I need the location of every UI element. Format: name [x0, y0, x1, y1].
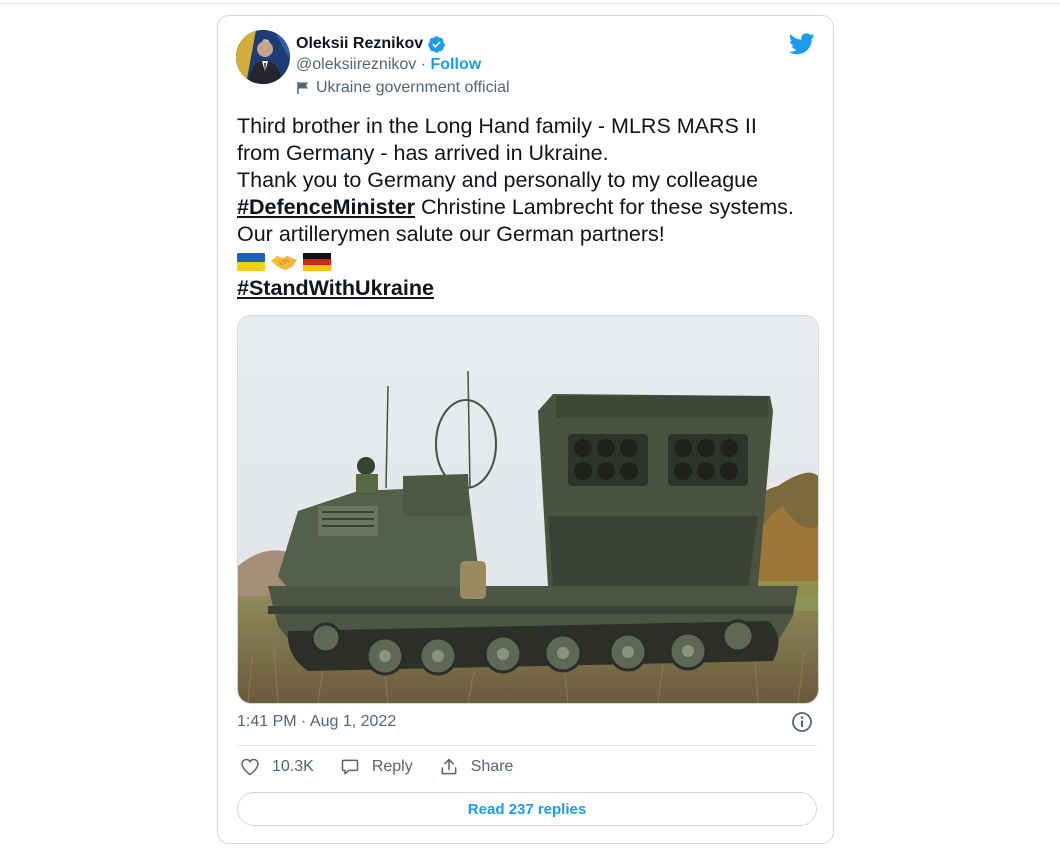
flag-germany-icon — [303, 252, 331, 271]
handle-row: @oleksiireznikov · Follow — [296, 56, 481, 74]
tweet-line: Third brother in the Long Hand family - … — [237, 114, 757, 138]
separator: · — [416, 56, 431, 73]
like-button[interactable]: 10.3K — [240, 757, 314, 777]
like-count: 10.3K — [272, 758, 314, 775]
share-label: Share — [470, 758, 514, 775]
flag-icon — [297, 82, 308, 94]
action-bar: 10.3K Reply Share — [240, 757, 539, 777]
government-label-row: Ukraine government official — [296, 79, 510, 97]
emoji-row — [237, 248, 827, 275]
share-button[interactable]: Share — [439, 757, 514, 777]
verified-badge-icon — [428, 35, 445, 53]
reply-label: Reply — [371, 758, 413, 775]
timestamp[interactable]: 1:41 PM · Aug 1, 2022 — [237, 713, 396, 731]
tweet-line: Our artillerymen salute our German partn… — [237, 222, 665, 246]
reply-bubble-icon — [341, 759, 359, 775]
tweet-line: from Germany - has arrived in Ukraine. — [237, 141, 609, 165]
tweet-text: Third brother in the Long Hand family - … — [237, 113, 827, 302]
info-icon[interactable] — [791, 711, 813, 733]
share-icon — [441, 758, 457, 775]
tweet-line: Thank you to Germany and personally to m… — [237, 168, 759, 192]
handshake-icon — [271, 255, 297, 270]
hashtag-standwithukraine[interactable]: #StandWithUkraine — [237, 276, 434, 300]
hashtag-defenceminister[interactable]: #DefenceMinister — [237, 195, 415, 219]
avatar[interactable] — [236, 30, 290, 84]
reply-button[interactable]: Reply — [340, 757, 413, 777]
divider — [237, 745, 817, 746]
tweet-line: #DefenceMinister Christine Lambrecht for… — [237, 194, 827, 221]
flag-ukraine-icon — [237, 252, 265, 271]
tweet-image[interactable] — [237, 315, 819, 704]
government-label: Ukraine government official — [316, 79, 510, 96]
read-replies-button[interactable]: Read 237 replies — [237, 792, 817, 826]
twitter-bird-icon[interactable] — [789, 33, 815, 55]
author-name[interactable]: Oleksii Reznikov — [296, 35, 423, 53]
author-name-row: Oleksii Reznikov — [296, 33, 446, 55]
mars-ii-rocket-launcher-photo — [238, 316, 818, 703]
tweet-line-rest: Christine Lambrecht for these systems. — [415, 195, 794, 219]
top-rule — [0, 3, 1060, 4]
author-handle[interactable]: @oleksiireznikov — [296, 56, 416, 74]
heart-icon — [241, 758, 259, 776]
tweet-line: #StandWithUkraine — [237, 275, 827, 302]
tweet-card: Oleksii Reznikov @oleksiireznikov · Foll… — [217, 15, 834, 844]
follow-link[interactable]: Follow — [431, 56, 482, 74]
